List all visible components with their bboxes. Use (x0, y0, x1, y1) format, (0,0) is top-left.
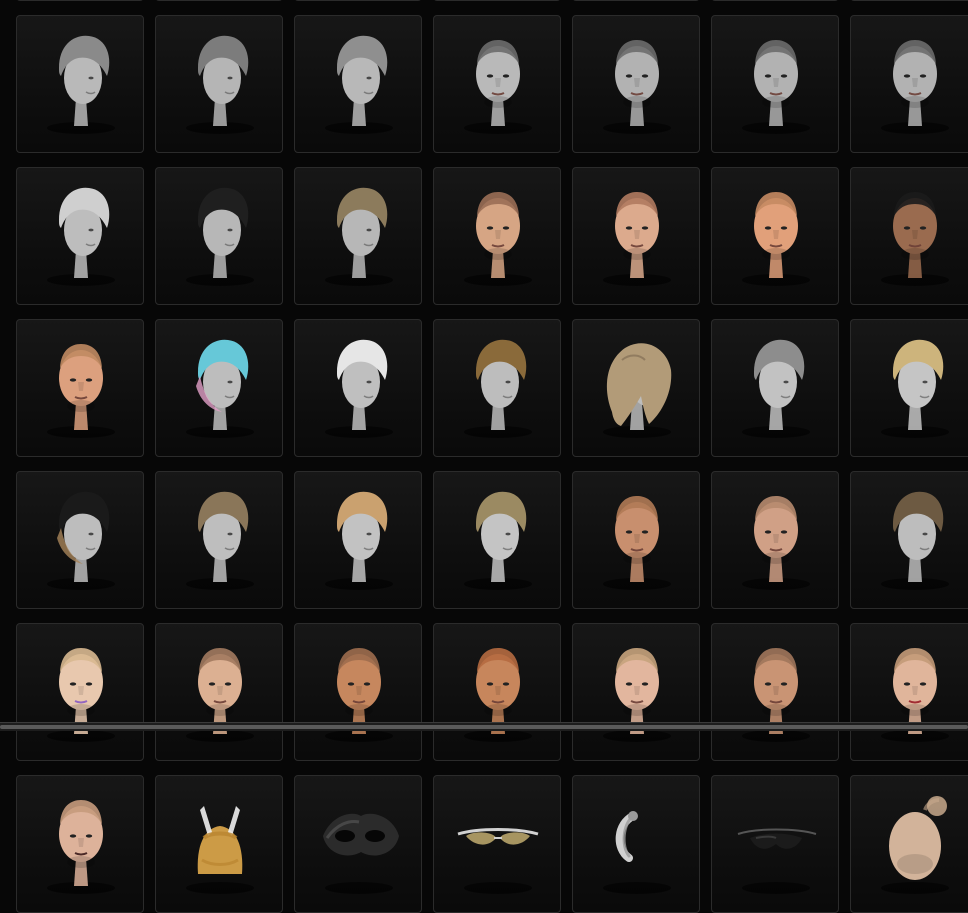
asset-tile[interactable] (433, 319, 561, 457)
asset-tile[interactable] (155, 167, 283, 305)
hair-thumbnail-icon (309, 168, 409, 288)
hair-thumbnail-icon (31, 168, 131, 288)
asset-tile[interactable] (433, 471, 561, 609)
hair-thumbnail-icon (170, 472, 270, 592)
asset-tile[interactable] (294, 471, 422, 609)
asset-tile[interactable] (155, 471, 283, 609)
asset-tile[interactable] (294, 623, 422, 761)
face-thumbnail-icon (448, 168, 548, 288)
visor-thumbnail-icon (726, 776, 826, 896)
scrollbar-thumb[interactable] (0, 725, 968, 729)
asset-tile[interactable] (16, 15, 144, 153)
asset-tile[interactable] (711, 15, 839, 153)
asset-tile[interactable] (572, 167, 700, 305)
asset-tile[interactable] (294, 15, 422, 153)
asset-tile[interactable] (711, 775, 839, 913)
asset-tile[interactable] (850, 15, 968, 153)
asset-tile-peek[interactable] (294, 0, 422, 1)
asset-tile[interactable] (850, 167, 968, 305)
asset-tile[interactable] (850, 775, 968, 913)
asset-tile[interactable] (155, 623, 283, 761)
asset-tile[interactable] (16, 471, 144, 609)
asset-tile-peek[interactable] (433, 0, 561, 1)
asset-tile[interactable] (433, 15, 561, 153)
asset-tile[interactable] (433, 623, 561, 761)
hair-thumbnail-icon (865, 472, 965, 592)
asset-tile[interactable] (572, 775, 700, 913)
mask-thumbnail-icon (309, 776, 409, 896)
asset-tile[interactable] (155, 15, 283, 153)
face-thumbnail-icon (726, 168, 826, 288)
horizontal-scrollbar[interactable] (0, 722, 968, 731)
asset-tile[interactable] (16, 623, 144, 761)
asset-tile-peek[interactable] (572, 0, 700, 1)
hair-thumbnail-icon (726, 320, 826, 440)
asset-tile-peek[interactable] (850, 0, 968, 1)
face-thumbnail-icon (726, 16, 826, 136)
asset-tile[interactable] (16, 775, 144, 913)
asset-tile[interactable] (850, 471, 968, 609)
hair-back-thumbnail-icon (170, 16, 270, 136)
asset-tile[interactable] (16, 319, 144, 457)
asset-tile[interactable] (572, 319, 700, 457)
asset-tile[interactable] (850, 623, 968, 761)
glasses-thumbnail-icon (448, 776, 548, 896)
hair-thumbnail-icon (309, 320, 409, 440)
hair-back-thumbnail-icon (309, 16, 409, 136)
asset-tile[interactable] (294, 167, 422, 305)
asset-tile[interactable] (572, 471, 700, 609)
blank-head-thumbnail-icon (865, 776, 965, 896)
hair-thumbnail-icon (31, 472, 131, 592)
asset-tile[interactable] (294, 775, 422, 913)
asset-tile-peek[interactable] (711, 0, 839, 1)
asset-tile[interactable] (155, 775, 283, 913)
hair-thumbnail-icon (865, 320, 965, 440)
face-thumbnail-icon (448, 16, 548, 136)
asset-tile[interactable] (711, 471, 839, 609)
asset-tile[interactable] (711, 623, 839, 761)
hair-thumbnail-icon (448, 320, 548, 440)
asset-tile[interactable] (850, 319, 968, 457)
asset-grid (16, 0, 968, 913)
hair-thumbnail-icon (448, 472, 548, 592)
asset-tile[interactable] (155, 319, 283, 457)
hair-back-thumbnail-icon (31, 16, 131, 136)
asset-tile-peek[interactable] (155, 0, 283, 1)
hair-thumbnail-icon (170, 320, 270, 440)
face-thumbnail-icon (726, 472, 826, 592)
hair-long-thumbnail-icon (587, 320, 687, 440)
hair-thumbnail-icon (170, 168, 270, 288)
asset-tile[interactable] (711, 319, 839, 457)
asset-tile[interactable] (16, 167, 144, 305)
helmet-thumbnail-icon (170, 776, 270, 896)
face-thumbnail-icon (587, 16, 687, 136)
face-thumbnail-icon (587, 472, 687, 592)
face-thumbnail-icon (865, 168, 965, 288)
face-thumbnail-icon (865, 16, 965, 136)
headset-thumbnail-icon (587, 776, 687, 896)
asset-tile[interactable] (294, 319, 422, 457)
face-thumbnail-icon (31, 320, 131, 440)
asset-tile-peek[interactable] (16, 0, 144, 1)
hair-thumbnail-icon (309, 472, 409, 592)
asset-tile[interactable] (433, 775, 561, 913)
asset-tile[interactable] (711, 167, 839, 305)
face-thumbnail-icon (31, 776, 131, 896)
asset-tile[interactable] (433, 167, 561, 305)
face-thumbnail-icon (587, 168, 687, 288)
asset-tile[interactable] (572, 623, 700, 761)
asset-tile[interactable] (572, 15, 700, 153)
